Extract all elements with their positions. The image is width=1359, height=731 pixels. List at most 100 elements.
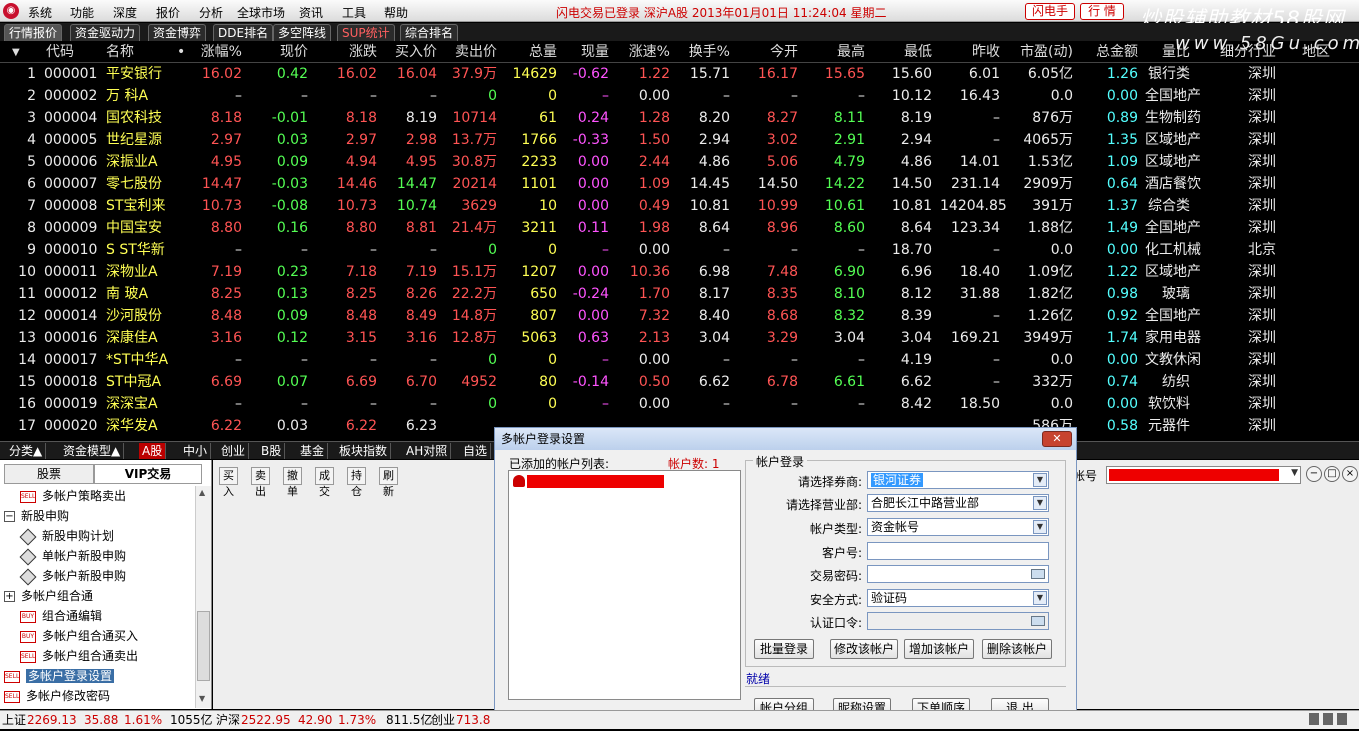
tab-stocks[interactable]: 股票 <box>4 464 94 484</box>
col-low[interactable]: 最低 <box>880 42 932 63</box>
menu-analysis[interactable]: 分析 <box>199 4 223 21</box>
cat-funds[interactable]: 基金 <box>297 443 329 459</box>
col-ask[interactable]: 卖出价 <box>440 42 497 63</box>
scroll-up-icon[interactable]: ▲ <box>199 488 205 497</box>
table-row[interactable]: 16 000019 深深宝A – – – – 0 0 – 0.00 – – – 8.42 18.50 0.0 0.… <box>0 393 1359 415</box>
col-name[interactable]: 名称 <box>106 42 134 63</box>
tree-multi-change-password[interactable]: SELL 多帐户修改密码 <box>4 686 110 706</box>
tab-dde-rank[interactable]: DDE排名 <box>213 24 274 41</box>
tree-multi-strategy-sell[interactable]: SELL 多帐户策略卖出 <box>20 486 126 506</box>
table-row[interactable]: 2 000002 万 科A – – – – 0 0 – 0.00 – – – 10.12 16.43 0.0 0.… <box>0 85 1359 107</box>
table-row[interactable]: 15 000018 ST中冠A 6.69 0.07 6.69 6.70 4952 80 -0.14… <box>0 371 1359 393</box>
cat-sector-index[interactable]: 板块指数 <box>336 443 392 459</box>
table-row[interactable]: 7 000008 ST宝利来 10.73 -0.08 10.73 10.74 3629 10 0.… <box>0 195 1359 217</box>
menu-global-market[interactable]: 全球市场 <box>237 4 285 21</box>
tree-multi-login-settings[interactable]: SELL 多帐户登录设置 <box>4 666 115 686</box>
tree-single-ipo[interactable]: 单帐户新股申购 <box>19 546 126 566</box>
keyboard-icon[interactable] <box>1031 616 1045 626</box>
menu-news[interactable]: 资讯 <box>299 4 323 21</box>
table-row[interactable]: 5 000006 深振业A 4.95 0.09 4.94 4.95 30.8万 2233 0.00… <box>0 151 1359 173</box>
col-open[interactable]: 今开 <box>750 42 798 63</box>
auth-token-input[interactable] <box>867 612 1049 630</box>
table-row[interactable]: 4 000005 世纪星源 2.97 0.03 2.97 2.98 13.7万 1766 -0.3… <box>0 129 1359 151</box>
tab-composite-rank[interactable]: 综合排名 <box>400 24 459 41</box>
table-row[interactable]: 14 000017 *ST中华A – – – – 0 0 – 0.00 – – – 4.19 – 0.0 0.00… <box>0 349 1359 371</box>
quote-button[interactable]: 行 情 <box>1080 3 1124 20</box>
table-row[interactable]: 10 000011 深物业A 7.19 0.23 7.18 7.19 15.1万 1207 0.0… <box>0 261 1359 283</box>
broker-select[interactable]: 银河证券 ▼ <box>867 471 1049 489</box>
menu-help[interactable]: 帮助 <box>384 4 408 21</box>
cat-capital-model[interactable]: 资金模型▲ <box>60 443 125 459</box>
keyboard-icon[interactable] <box>1031 569 1045 579</box>
trade-password-input[interactable] <box>867 565 1049 583</box>
flash-trade-button[interactable]: 闪电手 <box>1025 3 1075 20</box>
security-method-select[interactable]: 验证码 ▼ <box>867 589 1049 607</box>
col-speed[interactable]: 涨速% <box>620 42 670 63</box>
col-high[interactable]: 最高 <box>815 42 865 63</box>
col-code[interactable]: 代码 <box>46 42 74 63</box>
table-row[interactable]: 6 000007 零七股份 14.47 -0.03 14.46 14.47 20214 1101… <box>0 173 1359 195</box>
tree-ipo-subscribe[interactable]: − 新股申购 <box>4 506 69 526</box>
col-amount[interactable]: 总金额 <box>1088 42 1138 63</box>
scroll-down-icon[interactable]: ▼ <box>199 694 205 703</box>
chevron-down-icon[interactable]: ▼ <box>1033 496 1047 510</box>
tab-bull-bear[interactable]: 多空阵线 <box>273 24 332 41</box>
tab-capital-drive[interactable]: 资金驱动力 <box>70 24 141 41</box>
account-type-select[interactable]: 资金帐号 ▼ <box>867 518 1049 536</box>
scroll-thumb[interactable] <box>197 611 210 681</box>
col-turnover[interactable]: 换手% <box>680 42 730 63</box>
table-row[interactable]: 3 000004 国农科技 8.18 -0.01 8.18 8.19 10714 61 0.24 1… <box>0 107 1359 129</box>
batch-login-button[interactable]: 批量登录 <box>754 639 814 659</box>
filled-button[interactable]: 成交 <box>315 467 334 498</box>
col-volume[interactable]: 总量 <box>510 42 557 63</box>
tree-combo-buy[interactable]: BUY 多帐户组合通买入 <box>20 626 138 646</box>
chevron-down-icon[interactable]: ▼ <box>1291 468 1298 478</box>
tab-quotes[interactable]: 行情报价 <box>4 24 63 41</box>
tree-multi-combo[interactable]: + 多帐户组合通 <box>4 586 93 606</box>
table-row[interactable]: 11 000012 南 玻A 8.25 0.13 8.25 8.26 22.2万 650 -0.2… <box>0 283 1359 305</box>
tab-capital-game[interactable]: 资金博弈 <box>148 24 207 41</box>
add-account-button[interactable]: 增加该帐户 <box>904 639 974 659</box>
expand-icon[interactable]: + <box>4 591 15 602</box>
cat-chinext[interactable]: 创业 <box>218 443 250 459</box>
col-current-vol[interactable]: 现量 <box>565 42 609 63</box>
dialog-close-button[interactable]: ✕ <box>1042 431 1072 447</box>
tree-scrollbar[interactable]: ▲ ▼ <box>195 486 211 708</box>
branch-select[interactable]: 合肥长江中路营业部 ▼ <box>867 494 1049 512</box>
tree-combo-edit[interactable]: BUY 组合通编辑 <box>20 606 102 626</box>
restore-icon[interactable]: □ <box>1324 466 1340 482</box>
col-change[interactable]: 涨跌 <box>325 42 377 63</box>
menu-tools[interactable]: 工具 <box>342 4 366 21</box>
positions-button[interactable]: 持仓 <box>347 467 366 498</box>
tree-ipo-plan[interactable]: 新股申购计划 <box>19 526 114 546</box>
header-menu-icon[interactable]: ▼ <box>12 42 30 63</box>
table-row[interactable]: 9 000010 S ST华新 – – – – 0 0 – 0.00 – – – 18.70 – 0.0 0.00… <box>0 239 1359 261</box>
table-row[interactable]: 8 000009 中国宝安 8.80 0.16 8.80 8.81 21.4万 3211 0.11… <box>0 217 1359 239</box>
close-icon[interactable]: × <box>1342 466 1358 482</box>
cat-sme[interactable]: 中小 <box>180 443 212 459</box>
cat-a-shares[interactable]: A股 <box>139 443 167 459</box>
account-list-item[interactable] <box>527 475 664 488</box>
minimize-icon[interactable]: − <box>1306 466 1322 482</box>
customer-id-input[interactable] <box>867 542 1049 560</box>
menu-depth[interactable]: 深度 <box>113 4 137 21</box>
app-logo-icon[interactable]: ◉ <box>3 3 19 19</box>
tree-combo-sell[interactable]: SELL 多帐户组合通卖出 <box>20 646 138 666</box>
menu-quote[interactable]: 报价 <box>156 4 180 21</box>
chevron-down-icon[interactable]: ▼ <box>1033 591 1047 605</box>
col-prev-close[interactable]: 昨收 <box>950 42 1000 63</box>
table-row[interactable]: 1 000001 平安银行 16.02 0.42 16.02 16.04 37.9万 14629… <box>0 63 1359 85</box>
account-list[interactable] <box>508 470 741 700</box>
chevron-down-icon[interactable]: ▼ <box>1033 473 1047 487</box>
chevron-down-icon[interactable]: ▼ <box>1033 520 1047 534</box>
col-bid[interactable]: 买入价 <box>380 42 437 63</box>
cat-favorites[interactable]: 自选 <box>460 443 492 459</box>
cancel-order-button[interactable]: 撤单 <box>283 467 302 498</box>
cat-ah-compare[interactable]: AH对照 <box>403 443 452 459</box>
col-pe[interactable]: 市盈(动) <box>1005 42 1073 63</box>
menu-function[interactable]: 功能 <box>70 4 94 21</box>
table-row[interactable]: 13 000016 深康佳A 3.16 0.12 3.15 3.16 12.8万 5063 0.6… <box>0 327 1359 349</box>
dialog-title-bar[interactable]: 多帐户登录设置 ✕ <box>495 428 1076 450</box>
cat-classify[interactable]: 分类▲ <box>6 443 47 459</box>
col-price[interactable]: 现价 <box>260 42 308 63</box>
